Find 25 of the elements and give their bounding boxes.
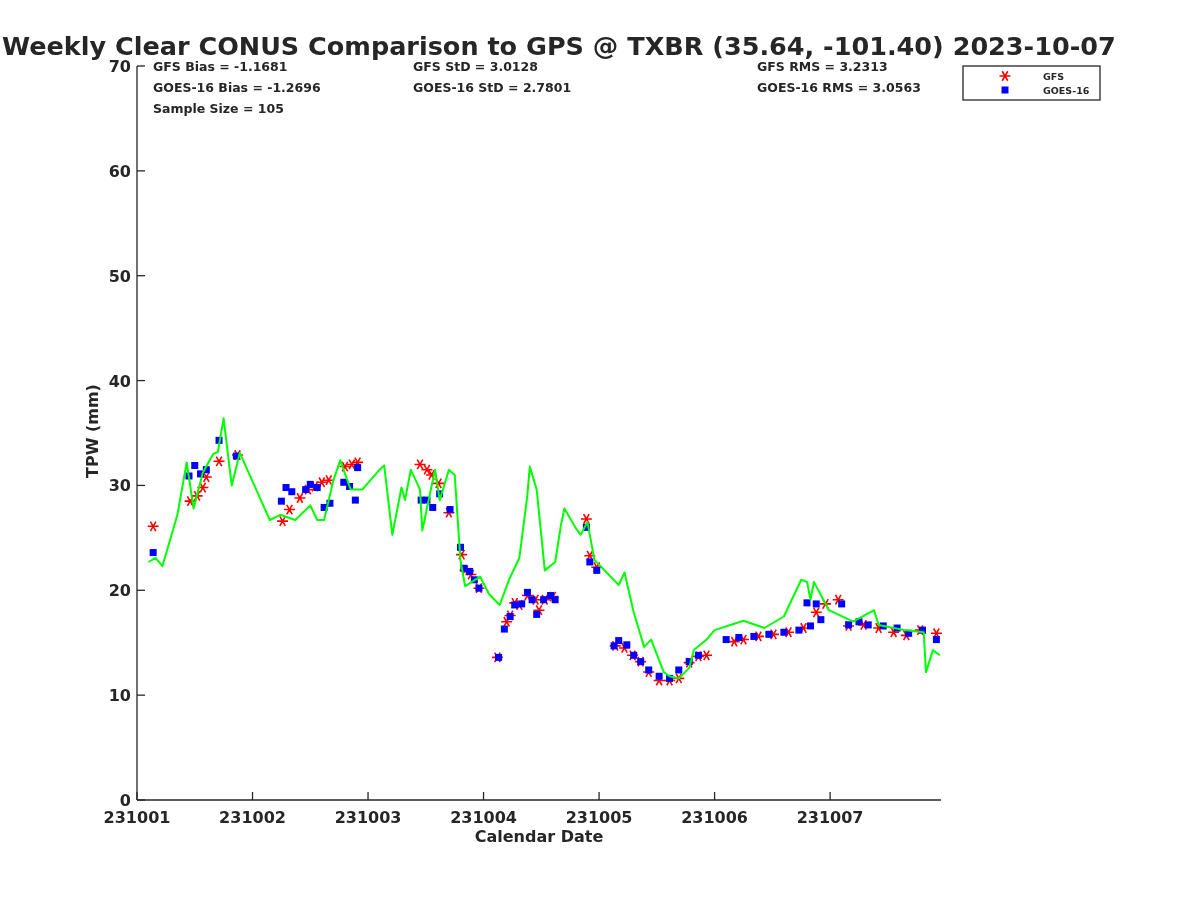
tick-label: 10	[108, 686, 131, 706]
tick-label: 231006	[681, 808, 748, 827]
stat-text: GOES-16 StD = 2.7801	[413, 80, 572, 95]
stat-text: GOES-16 RMS = 3.0563	[757, 80, 921, 95]
tick-label: 20	[108, 581, 131, 601]
stat-text: GOES-16 Bias = -1.2696	[153, 80, 321, 95]
tick-label: 231003	[334, 808, 402, 827]
tick-label: 231007	[796, 808, 864, 827]
tick-label: 60	[108, 161, 131, 181]
tick-label: 231001	[103, 808, 171, 827]
legend-label: GFS	[1043, 71, 1065, 82]
tick-label: 40	[108, 371, 131, 391]
tick-label: 30	[108, 476, 131, 496]
tick-label: 50	[108, 266, 131, 286]
tick-label: 0	[119, 791, 131, 810]
tick-label: 231002	[219, 808, 286, 827]
tick-label: 231005	[565, 808, 633, 827]
legend-label: GOES-16	[1043, 85, 1090, 96]
axis-label: Calendar Date	[474, 827, 604, 846]
axis-label: TPW (mm)	[83, 384, 102, 478]
stat-text: GFS RMS = 3.2313	[757, 59, 888, 74]
tick-label: 231004	[450, 808, 517, 827]
stat-text: GFS Bias = -1.1681	[153, 59, 288, 74]
stat-text: GFS StD = 3.0128	[413, 59, 538, 74]
stat-text: Sample Size = 105	[153, 101, 284, 116]
